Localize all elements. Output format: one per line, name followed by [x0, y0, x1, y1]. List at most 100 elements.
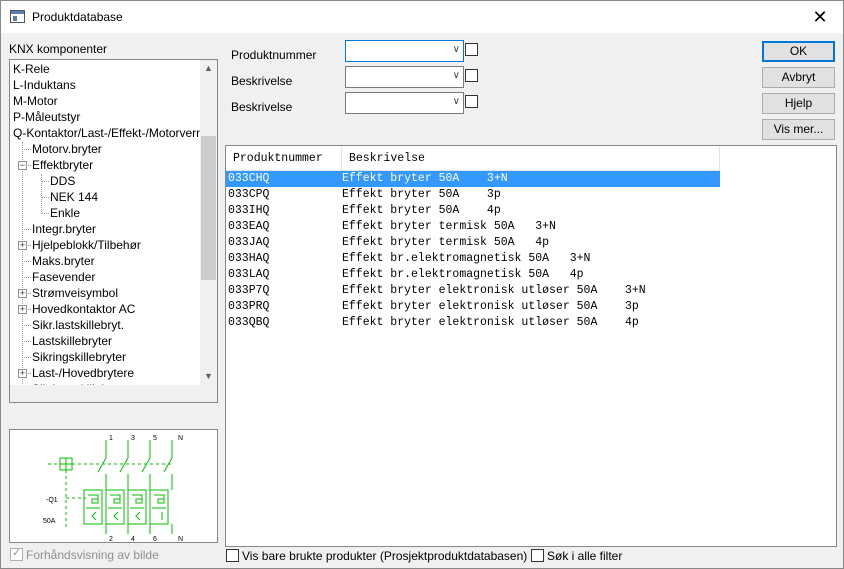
only-used-products-checkbox[interactable]	[226, 549, 239, 562]
table-row[interactable]: 033CPQ Effekt bryter 50A 3p	[226, 187, 720, 203]
produktnummer-filter-checkbox[interactable]	[465, 43, 478, 56]
scroll-thumb[interactable]	[201, 136, 216, 280]
list-header: Produktnummer Beskrivelse	[226, 146, 720, 171]
table-row[interactable]: 033QBQ Effekt bryter elektronisk utløser …	[226, 315, 720, 331]
tree-item[interactable]: K-Rele	[13, 61, 50, 77]
tree-item[interactable]: Last-/Hovedbrytere	[32, 365, 134, 381]
tree-item[interactable]: Lastskillebryter	[32, 333, 112, 349]
produktdatabase-dialog: Produktdatabase ✕ KNX komponenter K-Rele…	[0, 0, 844, 569]
ok-button[interactable]: OK	[762, 41, 835, 62]
scroll-up-icon[interactable]: ▲	[200, 60, 217, 77]
product-number-cell: 033HAQ	[228, 252, 270, 265]
preview-checkbox[interactable]: ✓	[10, 547, 23, 561]
column-header-beskrivelse[interactable]: Beskrivelse	[342, 146, 720, 171]
terminal-label: 4	[131, 536, 135, 542]
product-number-cell: 033JAQ	[228, 236, 270, 249]
beskrivelse-combo-1[interactable]: ∨	[345, 66, 464, 88]
expand-icon[interactable]: +	[18, 369, 27, 378]
component-tree[interactable]: K-Rele L-Induktans M-Motor P-Måleutstyr Q-Ko…	[9, 59, 218, 403]
beskrivelse-filter-checkbox-2[interactable]	[465, 95, 478, 108]
expand-icon[interactable]: +	[18, 305, 27, 314]
tree-guide-line	[22, 261, 31, 262]
tree-item[interactable]: Hjelpeblokk/Tilbehør	[32, 237, 141, 253]
table-row[interactable]: 033LAQ Effekt br.elektromagnetisk 50A 4p	[226, 267, 720, 283]
tree-item[interactable]: Integr.bryter	[32, 221, 96, 237]
description-cell: Effekt bryter termisk 50A 3+N	[342, 220, 556, 233]
tree-item[interactable]: Sikr.lastskillebryt.	[32, 317, 124, 333]
chevron-down-icon[interactable]: ∨	[453, 44, 460, 55]
reference-label: -Q1	[46, 497, 58, 504]
description-cell: Effekt bryter termisk 50A 4p	[342, 236, 550, 249]
tree-guide-line	[41, 213, 49, 214]
circuit-breaker-schematic: 1 3 5 N 2 4 6 N -Q1 50A	[43, 435, 183, 543]
beskrivelse-filter-checkbox-1[interactable]	[465, 69, 478, 82]
table-row[interactable]: 033P7Q Effekt bryter elektronisk utløser …	[226, 283, 720, 299]
tree-item[interactable]: NEK 144	[50, 189, 98, 205]
tree-item[interactable]: Strømveisymbol	[32, 285, 118, 301]
tree-item[interactable]: Maks.bryter	[32, 253, 95, 269]
close-button[interactable]: ✕	[797, 1, 843, 33]
collapse-icon[interactable]: −	[18, 161, 27, 170]
tree-item[interactable]: Fasevender	[32, 269, 95, 285]
table-row[interactable]: 033PRQ Effekt bryter elektronisk utløser …	[226, 299, 720, 315]
preview-checkbox-label: Forhåndsvisning av bilde	[26, 548, 159, 562]
tree-guide-line	[22, 277, 31, 278]
tree-item[interactable]: Q-Kontaktor/Last-/Effekt-/Motorvernbryte…	[13, 125, 201, 141]
tree-item[interactable]: Enkle	[50, 205, 80, 221]
description-cell: Effekt bryter 50A 3+N	[342, 172, 508, 185]
terminal-label: N	[178, 536, 183, 542]
description-cell: Effekt bryter 50A 4p	[342, 204, 501, 217]
search-all-filters-checkbox[interactable]	[531, 549, 544, 562]
table-row[interactable]: 033EAQ Effekt bryter termisk 50A 3+N	[226, 219, 720, 235]
checkmark-icon: ✓	[12, 547, 22, 559]
product-number-cell: 033LAQ	[228, 268, 270, 281]
table-row[interactable]: 033HAQ Effekt br.elektromagnetisk 50A 3+N	[226, 251, 720, 267]
scroll-down-icon[interactable]: ▼	[200, 368, 217, 385]
chevron-down-icon[interactable]: ∨	[453, 70, 460, 81]
terminal-label: 1	[109, 435, 113, 442]
beskrivelse-label-2: Beskrivelse	[231, 100, 293, 114]
search-all-filters-label: Søk i alle filter	[547, 549, 623, 563]
terminal-label: 2	[109, 536, 113, 542]
tree-item[interactable]: Hovedkontaktor AC	[32, 301, 135, 317]
avbryt-button[interactable]: Avbryt	[762, 67, 835, 88]
product-number-cell: 033P7Q	[228, 284, 270, 297]
vis-mer-button[interactable]: Vis mer...	[762, 119, 835, 140]
tree-item[interactable]: L-Induktans	[13, 77, 76, 93]
tree-guide-line	[22, 142, 23, 385]
terminal-label: 3	[131, 435, 135, 442]
tree-item[interactable]: Motorv.bryter	[32, 141, 102, 157]
terminal-label: 5	[153, 435, 157, 442]
tree-item[interactable]: M-Motor	[13, 93, 58, 109]
tree-item[interactable]: DDS	[50, 173, 75, 189]
tree-item[interactable]: P-Måleutstyr	[13, 109, 80, 125]
beskrivelse-combo-2[interactable]: ∨	[345, 92, 464, 114]
description-cell: Effekt br.elektromagnetisk 50A 4p	[342, 268, 584, 281]
close-icon: ✕	[812, 6, 828, 27]
tree-item[interactable]: Sikringskillebryter	[32, 349, 126, 365]
produktnummer-combo[interactable]: ∨	[345, 40, 464, 62]
expand-icon[interactable]: +	[18, 289, 27, 298]
chevron-down-icon[interactable]: ∨	[453, 96, 460, 107]
description-cell: Effekt bryter 50A 3p	[342, 188, 501, 201]
product-preview-image: 1 3 5 N 2 4 6 N -Q1 50A	[9, 429, 218, 543]
description-cell: Effekt bryter elektronisk utløser 50A 3p	[342, 300, 639, 313]
app-window-icon	[10, 10, 25, 23]
product-number-cell: 033QBQ	[228, 316, 270, 329]
product-list[interactable]: Produktnummer Beskrivelse 033CHQ Effekt b…	[225, 145, 837, 547]
tree-guide-line	[41, 174, 42, 214]
table-row[interactable]: 033JAQ Effekt bryter termisk 50A 4p	[226, 235, 720, 251]
tree-horizontal-scrollbar[interactable]	[10, 385, 217, 402]
tree-vertical-scrollbar[interactable]: ▲ ▼	[200, 60, 217, 385]
column-header-produktnummer[interactable]: Produktnummer	[226, 146, 342, 171]
tree-guide-line	[22, 325, 31, 326]
product-number-cell: 033EAQ	[228, 220, 270, 233]
table-row[interactable]: 033CHQ Effekt bryter 50A 3+N	[226, 171, 720, 187]
product-number-cell: 033IHQ	[228, 204, 270, 217]
description-cell: Effekt br.elektromagnetisk 50A 3+N	[342, 252, 591, 265]
table-row[interactable]: 033IHQ Effekt bryter 50A 4p	[226, 203, 720, 219]
hjelp-button[interactable]: Hjelp	[762, 93, 835, 114]
tree-item[interactable]: Effektbryter	[32, 157, 93, 173]
product-number-cell: 033CPQ	[228, 188, 270, 201]
expand-icon[interactable]: +	[18, 241, 27, 250]
